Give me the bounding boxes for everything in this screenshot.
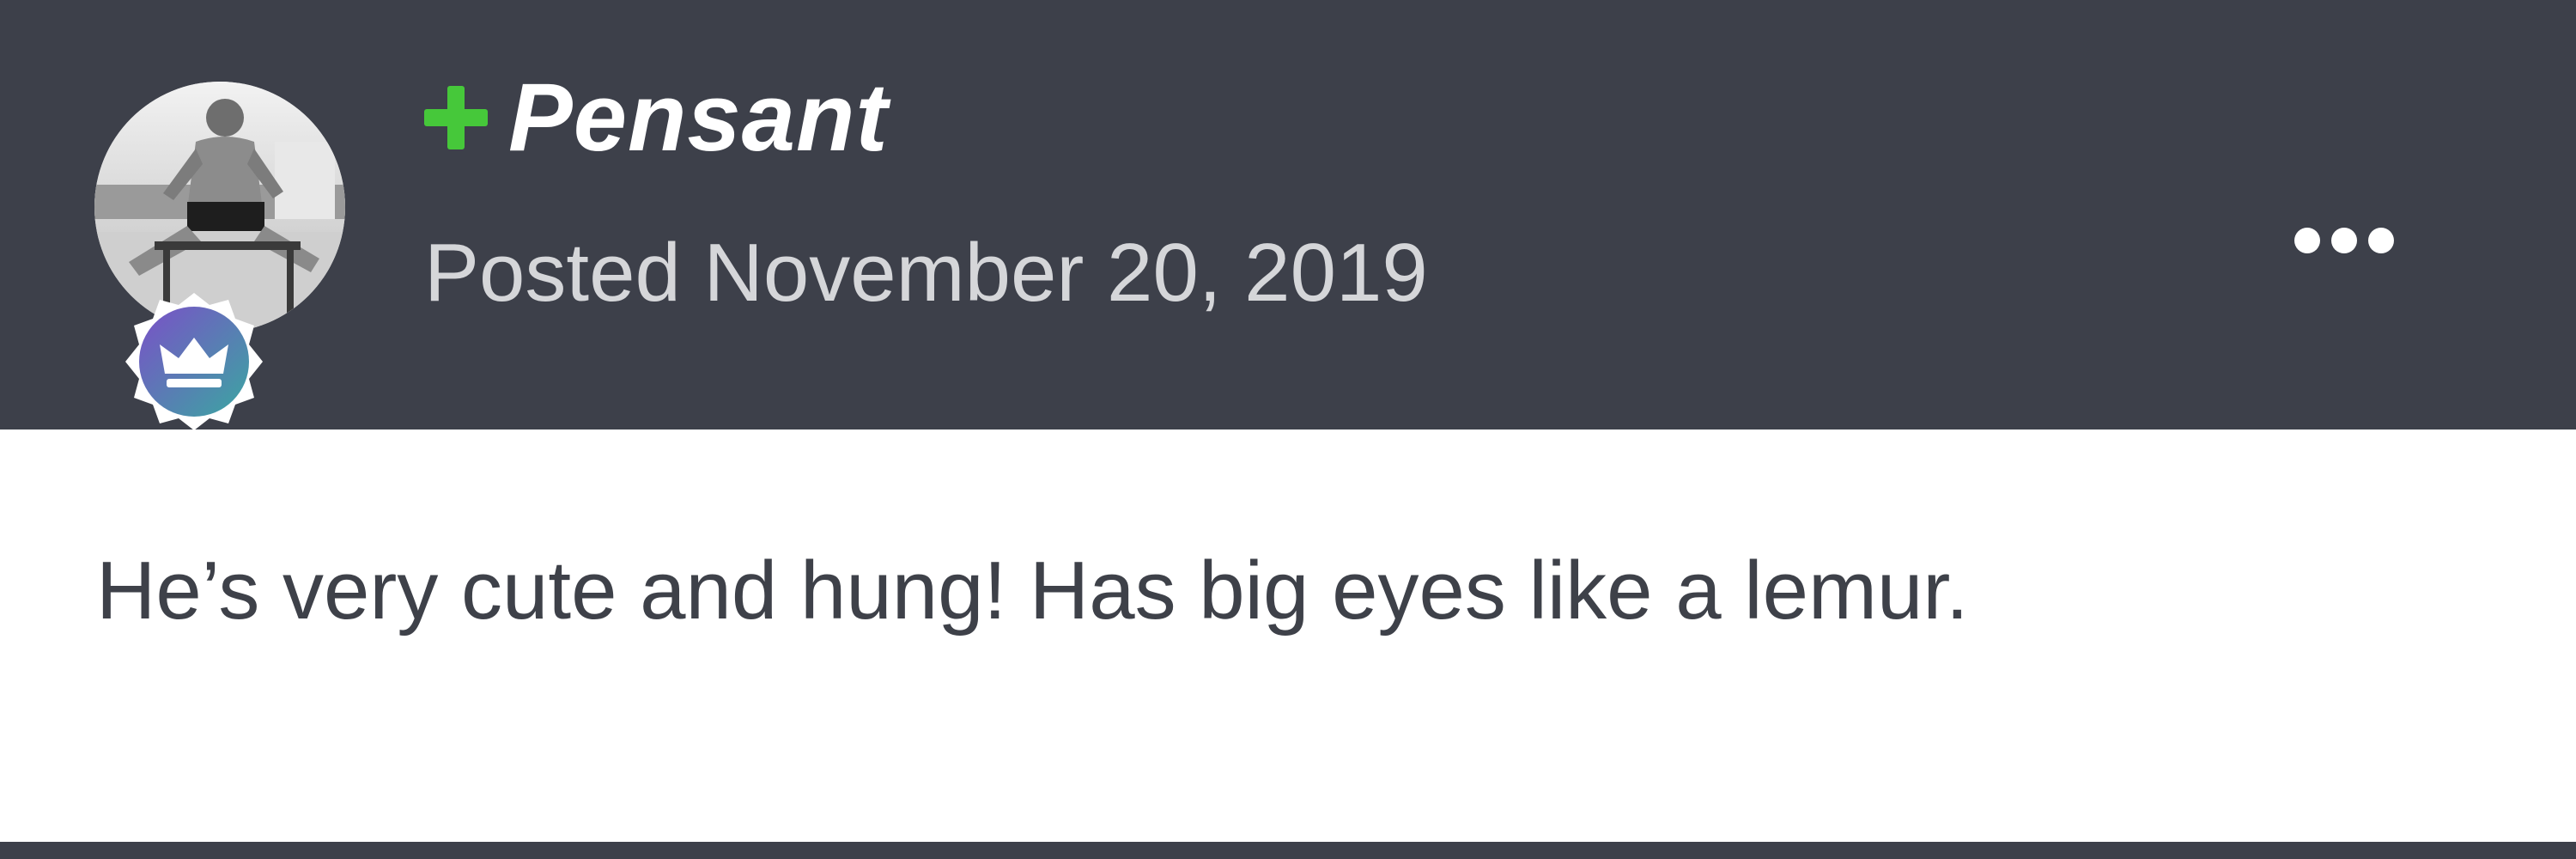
divider: [0, 842, 2576, 859]
post-header: Pensant Posted November 20, 2019: [0, 0, 2576, 430]
post-content: He’s very cute and hung! Has big eyes li…: [96, 545, 1969, 637]
ellipsis-icon: [2368, 228, 2394, 253]
plus-icon: [424, 86, 488, 149]
more-options-button[interactable]: [2284, 215, 2404, 266]
ellipsis-icon: [2294, 228, 2320, 253]
forum-post: Pensant Posted November 20, 2019 He’s ve…: [0, 0, 2576, 859]
crown-badge-icon: [120, 288, 268, 436]
author-avatar-group[interactable]: [94, 82, 345, 430]
post-date: Posted November 20, 2019: [424, 227, 1428, 319]
post-body: He’s very cute and hung! Has big eyes li…: [0, 430, 2576, 842]
author-row: Pensant: [424, 62, 889, 174]
ellipsis-icon: [2331, 228, 2357, 253]
author-name[interactable]: Pensant: [508, 70, 889, 166]
